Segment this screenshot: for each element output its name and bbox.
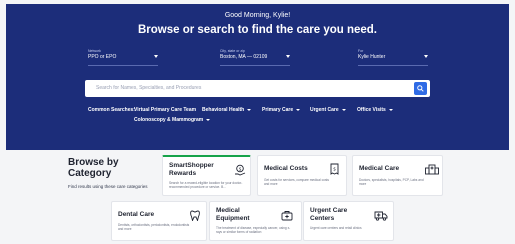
common-search-virtual-primary-care[interactable]: Virtual Primary Care Team: [134, 107, 196, 113]
category-smartshopper-rewards[interactable]: SmartShopper Rewards Search for a reward…: [162, 155, 251, 196]
common-search-colonoscopy[interactable]: Colonoscopy & Mammogram: [134, 117, 211, 123]
chevron-down-icon: [296, 108, 301, 111]
location-value: Boston, MA — 02109: [220, 54, 268, 60]
category-title: Dental Care: [118, 211, 155, 218]
search-bar: Search for Names, Specialties, and Proce…: [85, 80, 430, 97]
category-description: Doctors, specialists, hospitals, PCP, La…: [359, 178, 424, 186]
category-description: The treatment of disease, especially can…: [216, 226, 291, 234]
search-icon: [417, 85, 424, 92]
browse-subtitle: Find results using these care categories: [68, 184, 148, 189]
chevron-down-icon: [341, 108, 346, 111]
chevron-down-icon: [286, 55, 290, 58]
chevron-down-icon: [206, 118, 211, 121]
member-value: Kylie Hunter: [358, 54, 386, 60]
chevron-down-icon: [154, 55, 158, 58]
category-title: SmartShopper Rewards: [169, 162, 214, 177]
hospital-icon: [425, 164, 439, 175]
category-description: Urgent care centers and retail clinics: [310, 226, 362, 230]
category-title: Urgent Care Centers: [310, 207, 348, 222]
common-searches-label: Common Searches:: [88, 107, 135, 113]
category-description: Dentists, orthodontists, periodontists, …: [118, 223, 190, 231]
dollar-hand-icon: $: [235, 164, 246, 176]
common-search-label: Primary Care: [262, 107, 294, 113]
tooth-icon: [190, 210, 200, 221]
svg-text:$: $: [333, 167, 336, 173]
category-description: Search for a reward-eligible location fo…: [169, 181, 243, 189]
page: Good Morning, Kylie! Browse or search to…: [0, 0, 515, 244]
common-search-behavioral-health[interactable]: Behavioral Health: [202, 107, 252, 113]
common-search-label: Behavioral Health: [202, 107, 245, 113]
chevron-down-icon: [247, 108, 252, 111]
chevron-down-icon: [388, 108, 393, 111]
location-dropdown[interactable]: City, state or zip Boston, MA — 02109: [220, 49, 290, 66]
category-description: Get costs for services, compare medical …: [264, 178, 330, 186]
hero-banner: Good Morning, Kylie! Browse or search to…: [6, 4, 509, 150]
svg-text:$: $: [239, 166, 242, 172]
chevron-down-icon: [424, 55, 428, 58]
search-button[interactable]: [414, 82, 427, 95]
greeting-text: Good Morning, Kylie!: [224, 12, 291, 19]
common-search-label: Office Visits: [357, 107, 386, 113]
category-medical-equipment[interactable]: Medical Equipment The treatment of disea…: [209, 201, 302, 241]
member-dropdown[interactable]: For Kylie Hunter: [358, 49, 428, 66]
common-search-label: Urgent Care: [310, 107, 339, 113]
category-title: Medical Costs: [264, 165, 308, 172]
page-headline: Browse or search to find the care you ne…: [137, 24, 377, 36]
common-search-urgent-care[interactable]: Urgent Care: [310, 107, 346, 113]
category-medical-costs[interactable]: Medical Costs Get costs for services, co…: [257, 155, 347, 196]
common-search-label: Colonoscopy & Mammogram: [134, 117, 204, 123]
category-title: Medical Care: [359, 165, 400, 172]
receipt-dollar-icon: $: [330, 163, 339, 175]
category-dental-care[interactable]: Dental Care Dentists, orthodontists, per…: [111, 201, 207, 241]
category-urgent-care-centers[interactable]: Urgent Care Centers Urgent care centers …: [303, 201, 394, 241]
network-value: PPO or EPO: [88, 54, 117, 60]
category-title: Medical Equipment: [216, 207, 250, 222]
ambulance-icon: [374, 211, 388, 221]
common-search-label: Virtual Primary Care Team: [134, 107, 197, 113]
category-medical-care[interactable]: Medical Care Doctors, specialists, hospi…: [352, 155, 443, 196]
search-input[interactable]: Search for Names, Specialties, and Proce…: [96, 85, 201, 91]
network-dropdown[interactable]: Network PPO or EPO: [88, 49, 158, 66]
browse-title: Browse by Category: [68, 157, 119, 179]
common-search-primary-care[interactable]: Primary Care: [262, 107, 301, 113]
medical-box-icon: [281, 211, 293, 221]
common-search-office-visits[interactable]: Office Visits: [357, 107, 393, 113]
